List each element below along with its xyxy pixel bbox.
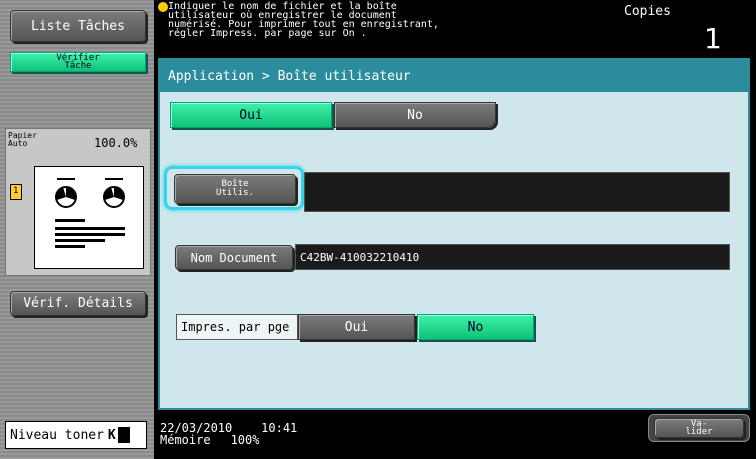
page-preview bbox=[34, 166, 144, 269]
doc-name-field[interactable]: C42BW-410032210410 bbox=[295, 244, 730, 270]
user-box-field[interactable] bbox=[304, 172, 730, 212]
validate-label-2: lider bbox=[685, 427, 713, 437]
user-box-button[interactable]: Boîte Utilis. bbox=[174, 174, 296, 204]
user-box-label-2: Utilis. bbox=[216, 188, 254, 198]
print-yes-button[interactable]: Oui bbox=[298, 314, 415, 340]
validate-button[interactable]: Va- lider bbox=[654, 418, 744, 438]
header-message: Indiquer le nom de fichier et la boîte u… bbox=[168, 2, 439, 39]
top-no-label: No bbox=[407, 107, 423, 123]
job-list-button[interactable]: Liste Tâches bbox=[10, 10, 146, 42]
toner-level: Niveau toner K bbox=[5, 421, 147, 449]
preview-count: 1 bbox=[13, 186, 19, 196]
memory-label: Mémoire bbox=[160, 433, 211, 447]
copies-label: Copies bbox=[624, 4, 671, 19]
status-footer: 22/03/2010 10:41 Mémoire 100% bbox=[160, 422, 297, 446]
message-line-4: régler Impress. par page sur On . bbox=[168, 28, 367, 39]
zoom-value: 100.0% bbox=[94, 136, 138, 150]
print-no-button[interactable]: No bbox=[417, 314, 534, 340]
copies-count: 1 bbox=[704, 22, 722, 55]
check-job-button[interactable]: Vérifier Tâche bbox=[10, 52, 146, 72]
preview-drawing bbox=[55, 178, 125, 248]
paper-label-2: Auto bbox=[8, 139, 28, 148]
toner-bar bbox=[117, 427, 130, 443]
page-stack-icon: 1 bbox=[10, 184, 22, 200]
breadcrumb: Application > Boîte utilisateur bbox=[160, 60, 748, 92]
toner-color: K bbox=[107, 427, 116, 443]
info-bulb-icon bbox=[158, 2, 168, 12]
memory-value: 100% bbox=[230, 433, 260, 447]
doc-name-label: Nom Document bbox=[190, 250, 278, 265]
doc-name-button[interactable]: Nom Document bbox=[175, 245, 293, 270]
check-job-label-2: Tâche bbox=[64, 61, 92, 71]
check-details-label: Vérif. Détails bbox=[23, 296, 133, 311]
job-list-label: Liste Tâches bbox=[31, 18, 125, 34]
check-details-button[interactable]: Vérif. Détails bbox=[10, 291, 146, 316]
print-yes-label: Oui bbox=[344, 319, 369, 335]
print-per-page-label: Impres. par pge bbox=[176, 314, 298, 340]
paper-label: Papier Auto bbox=[8, 132, 37, 148]
print-no-label: No bbox=[467, 319, 484, 335]
top-no-button[interactable]: No bbox=[334, 102, 496, 128]
top-yes-button[interactable]: Oui bbox=[170, 102, 332, 128]
top-yes-label: Oui bbox=[239, 107, 263, 123]
toner-label: Niveau toner bbox=[10, 427, 104, 443]
